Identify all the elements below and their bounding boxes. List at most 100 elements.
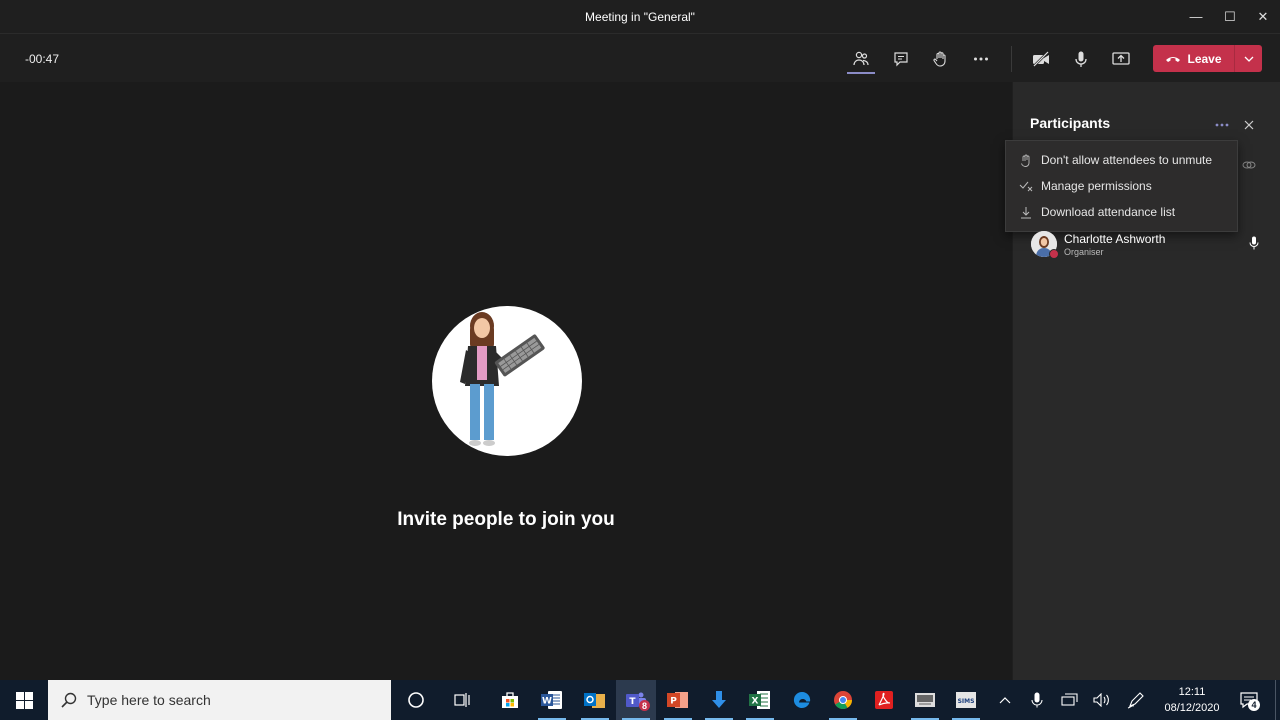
tray-pen-workspace[interactable] [1124, 680, 1148, 720]
show-chat-button[interactable] [887, 46, 915, 72]
store-icon [502, 692, 518, 708]
leave-button[interactable]: Leave [1153, 52, 1234, 66]
permissions-icon [1019, 179, 1033, 193]
show-hidden-icons-button[interactable] [994, 680, 1016, 720]
camera-off-icon [1033, 51, 1049, 67]
clock-time: 12:11 [1178, 686, 1206, 698]
close-icon [1244, 120, 1254, 130]
cortana-button[interactable] [396, 680, 436, 720]
outlook-icon [584, 693, 605, 708]
chrome-icon [834, 691, 852, 710]
participants-icon [853, 51, 869, 66]
edge-icon [793, 691, 811, 708]
cortana-icon [408, 692, 424, 708]
minimize-button[interactable]: — [1179, 0, 1213, 33]
taskbar-teams[interactable]: T 8 [616, 680, 656, 720]
more-actions-button[interactable] [967, 46, 995, 72]
menu-item-dont-allow-unmute[interactable]: Don't allow attendees to unmute [1006, 147, 1237, 173]
clock-date: 08/12/2020 [1164, 702, 1220, 714]
close-panel-button[interactable] [1241, 117, 1257, 133]
invite-illustration [432, 306, 582, 456]
toolbar-divider [1011, 46, 1012, 72]
share-screen-button[interactable] [1107, 46, 1135, 72]
taskbar-word[interactable]: W [532, 680, 572, 720]
windows-taskbar: Type here to search W T 8 P X SIMS 12:11… [0, 680, 1280, 720]
invite-heading: Invite people to join you [397, 509, 615, 530]
participant-mic-icon [1249, 236, 1259, 255]
participant-name: Charlotte Ashworth [1064, 232, 1166, 246]
taskbar-excel[interactable]: X [740, 680, 780, 720]
link-icon [1242, 161, 1256, 169]
taskbar-store[interactable] [490, 680, 530, 720]
sims-icon: SIMS [956, 692, 976, 708]
tray-microphone[interactable] [1026, 680, 1048, 720]
raise-hand-icon [933, 51, 946, 67]
raise-hand-button[interactable] [926, 46, 954, 72]
taskbar-downloader[interactable] [699, 680, 739, 720]
windows-logo-icon [15, 691, 33, 709]
mic-toggle-button[interactable] [1067, 46, 1095, 72]
excel-icon: X [749, 691, 770, 709]
show-desktop-button[interactable] [1275, 680, 1276, 720]
maximize-icon: ☐ [1224, 8, 1236, 24]
presence-status-icon [1049, 249, 1059, 259]
taskbar-acrobat[interactable] [864, 680, 904, 720]
more-icon [974, 57, 988, 61]
word-icon: W [541, 691, 562, 709]
search-placeholder: Type here to search [87, 692, 211, 708]
download-arrow-icon [712, 691, 726, 708]
mute-hand-icon [1019, 153, 1033, 167]
tray-volume[interactable] [1090, 680, 1114, 720]
svg-text:P: P [670, 697, 677, 707]
svg-text:T: T [629, 697, 636, 707]
microphone-icon [1075, 51, 1087, 67]
download-icon [1019, 205, 1033, 219]
person-with-keyboard-illustration [460, 312, 545, 446]
pen-icon [1127, 692, 1144, 709]
powerpoint-icon: P [667, 692, 688, 708]
panel-more-options-button[interactable] [1212, 118, 1232, 132]
chevron-up-icon [999, 697, 1011, 704]
close-window-button[interactable]: ✕ [1246, 0, 1280, 33]
panel-title: Participants [1030, 115, 1111, 131]
title-bar: Meeting in "General" — ☐ ✕ [0, 0, 1280, 34]
meeting-toolbar: -00:47 Leave [0, 34, 1280, 82]
camera-toggle-button[interactable] [1027, 46, 1055, 72]
tray-network[interactable] [1058, 680, 1082, 720]
minimize-icon: — [1189, 9, 1203, 24]
task-view-button[interactable] [443, 680, 483, 720]
menu-item-manage-permissions[interactable]: Manage permissions [1006, 173, 1237, 199]
menu-item-label: Manage permissions [1041, 179, 1152, 193]
search-icon [61, 692, 77, 708]
chat-icon [894, 52, 908, 67]
notification-count-badge: 4 [1248, 699, 1260, 711]
taskbar-outlook[interactable] [575, 680, 615, 720]
taskbar-clock[interactable]: 12:11 08/12/2020 [1157, 684, 1227, 716]
maximize-button[interactable]: ☐ [1213, 0, 1247, 33]
more-icon [1215, 123, 1229, 127]
share-screen-icon [1112, 52, 1130, 65]
volume-icon [1093, 693, 1109, 707]
close-icon: ✕ [1257, 8, 1269, 24]
leave-button-group: Leave [1153, 45, 1262, 72]
media-icon [915, 693, 935, 707]
svg-text:SIMS: SIMS [958, 698, 975, 705]
taskbar-sims[interactable]: SIMS [946, 680, 986, 720]
taskbar-edge[interactable] [782, 680, 822, 720]
chevron-down-icon [1244, 56, 1253, 62]
hang-up-icon [1166, 56, 1181, 62]
meeting-timer: -00:47 [25, 52, 60, 66]
taskbar-powerpoint[interactable]: P [658, 680, 698, 720]
leave-label: Leave [1187, 51, 1222, 66]
participant-row[interactable]: Charlotte Ashworth Organiser [1013, 228, 1280, 262]
share-invite-button[interactable] [1241, 158, 1257, 172]
action-center-button[interactable]: 4 [1234, 680, 1264, 720]
show-participants-button[interactable] [847, 46, 875, 74]
acrobat-icon [875, 691, 893, 709]
taskbar-chrome[interactable] [823, 680, 863, 720]
taskbar-media-app[interactable] [905, 680, 945, 720]
leave-options-button[interactable] [1234, 45, 1262, 72]
start-button[interactable] [0, 680, 48, 720]
taskbar-search-box[interactable]: Type here to search [48, 680, 391, 720]
menu-item-download-attendance[interactable]: Download attendance list [1006, 199, 1237, 225]
